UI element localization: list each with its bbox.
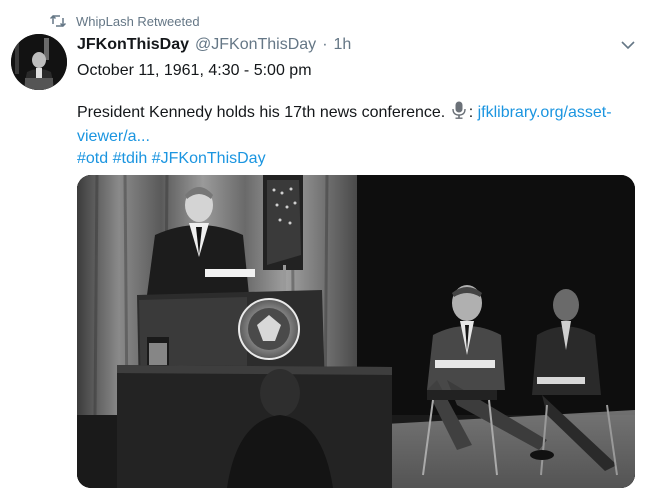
avatar[interactable] <box>11 34 67 90</box>
tweet-header: JFKonThisDay @JFKonThisDay · 1h <box>77 36 351 54</box>
asset-link-continued[interactable]: viewer/a... <box>77 128 150 145</box>
hashtag-tdih[interactable]: #tdih <box>113 150 148 167</box>
tweet-photo[interactable] <box>77 175 635 488</box>
retweet-label: WhipLash Retweeted <box>76 13 200 29</box>
hashtag-jfkonthisday[interactable]: #JFKonThisDay <box>152 150 266 167</box>
separator-dot: · <box>322 36 328 53</box>
asset-link[interactable]: jfklibrary.org/asset- <box>478 104 612 121</box>
microphone-icon <box>451 101 466 126</box>
link-continuation-line: viewer/a... <box>77 126 637 148</box>
hashtag-otd[interactable]: #otd <box>77 150 108 167</box>
body-text: President Kennedy holds his 17th news co… <box>77 104 446 121</box>
timestamp[interactable]: 1h <box>334 36 352 54</box>
user-handle[interactable]: @JFKonThisDay <box>195 36 316 54</box>
retweet-icon <box>50 13 66 29</box>
hashtag-line: #otd #tdih #JFKonThisDay <box>77 148 637 170</box>
body-line: President Kennedy holds his 17th news co… <box>77 101 637 126</box>
link-prefix: : <box>468 104 474 121</box>
retweet-context[interactable]: WhipLash Retweeted <box>50 13 200 29</box>
date-line: October 11, 1961, 4:30 - 5:00 pm <box>77 62 312 79</box>
link-part-1: jfklibrary.org/asset- <box>477 104 612 121</box>
chevron-down-icon[interactable] <box>619 36 637 54</box>
tweet-text: October 11, 1961, 4:30 - 5:00 pm Preside… <box>77 60 637 170</box>
display-name[interactable]: JFKonThisDay <box>77 36 189 54</box>
